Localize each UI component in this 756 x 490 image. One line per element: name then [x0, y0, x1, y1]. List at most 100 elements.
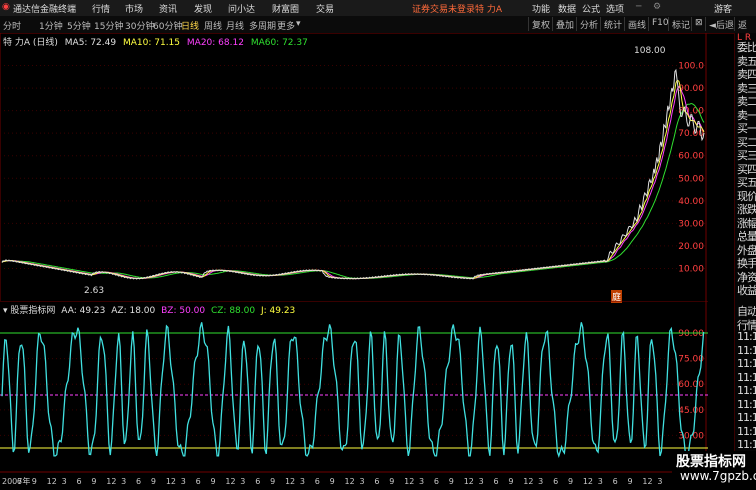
- period-monthly[interactable]: 月线: [226, 19, 244, 32]
- watermark-url: www.7gpzb.com: [680, 469, 756, 483]
- side-tick-label: 11:1: [737, 370, 756, 384]
- time-tick-label: 9: [32, 477, 37, 486]
- time-tick-label: 12: [583, 477, 593, 486]
- menu-item-wealth[interactable]: 财富圈: [272, 2, 299, 15]
- time-tick-label: 12: [106, 477, 116, 486]
- adjust-button[interactable]: 复权: [528, 17, 553, 31]
- analysis-button[interactable]: 分析: [576, 17, 601, 31]
- indicator-chart[interactable]: 90.00 75.00 60.00 45.00 30.00 ▾ 股票指标网 AA: 49…: [0, 301, 708, 473]
- side-tick-label: 11:1: [737, 411, 756, 424]
- draw-button[interactable]: 画线: [624, 17, 649, 31]
- time-tick-label: 12: [464, 477, 474, 486]
- minimize-icon[interactable]: ─: [636, 2, 641, 12]
- indicator-tick-label: 75.00: [678, 355, 704, 365]
- time-tick-label: 12: [47, 477, 57, 486]
- time-tick-label: 3: [121, 477, 126, 486]
- price-tick-label: 20.00: [678, 242, 704, 252]
- period-60min[interactable]: 60分钟: [153, 19, 182, 32]
- time-tick-label: 3: [419, 477, 424, 486]
- ma60-line: [1, 103, 705, 280]
- price-line: [1, 68, 705, 280]
- period-daily[interactable]: 日线: [181, 19, 199, 32]
- time-tick-label: 6: [255, 477, 260, 486]
- indicator-axis: 90.0075.0060.0045.0030.00: [678, 329, 704, 441]
- ma10-legend: MA10: 71.15: [122, 38, 181, 48]
- time-tick-label: 12: [285, 477, 295, 486]
- time-tick-label: 12: [642, 477, 652, 486]
- time-tick-label: 3: [62, 477, 67, 486]
- menu-item-options[interactable]: 选项: [606, 2, 624, 15]
- side-tick-label: 11:1: [737, 330, 756, 343]
- time-tick-label: 6: [493, 477, 498, 486]
- time-tick-label: 3: [300, 477, 305, 486]
- ma5-legend: MA5: 72.49: [64, 38, 117, 48]
- indicator-legend: ▾ 股票指标网 AA: 49.23 AZ: 18.00 BZ: 50.00 CZ…: [3, 303, 295, 316]
- period-weekly[interactable]: 周线: [204, 19, 222, 32]
- time-tick-label: 3: [657, 477, 662, 486]
- time-tick-label: 9: [270, 477, 275, 486]
- quote-side-panel[interactable]: L R 委比 卖五 卖四 卖三 卖二 卖一 买一 买二 买三 买四 买五 现价 涨跌 涨幅 总量 外盘 换手 净资…: [734, 33, 756, 487]
- time-tick-label: 9: [91, 477, 96, 486]
- menu-item-ask[interactable]: 问小达: [228, 2, 255, 15]
- time-tick-label: 12: [166, 477, 176, 486]
- price-tick-label: 30.00: [678, 219, 704, 229]
- side-tick-label: 11:1: [737, 438, 756, 451]
- stats-button[interactable]: 统计: [600, 17, 625, 31]
- indicator-tick-label: 90.00: [678, 329, 704, 339]
- user-label[interactable]: 游客: [714, 2, 732, 15]
- time-tick-label: 9: [449, 477, 454, 486]
- time-tick-label: 6: [315, 477, 320, 486]
- return-button[interactable]: 返回: [734, 17, 756, 44]
- period-30min[interactable]: 30分钟: [125, 19, 154, 32]
- mark-button[interactable]: 标记: [668, 17, 693, 31]
- j-legend: J: 49.23: [260, 306, 296, 316]
- indicator-tick-label: 60.00: [678, 380, 704, 390]
- side-tick-label: 11:1: [737, 397, 756, 411]
- menu-bar: ◉ 通达信金融终端 行情 市场 资讯 发现 问小达 财富圈 交易 证券交易未登录…: [0, 0, 756, 17]
- menu-item-market[interactable]: 市场: [125, 2, 143, 15]
- menu-item-news[interactable]: 资讯: [159, 2, 177, 15]
- period-toolbar: 分时 1分钟 5分钟 15分钟 30分钟 60分钟 日线 周线 月线 多周期 更…: [0, 16, 756, 44]
- time-tick-label: 6: [17, 477, 22, 486]
- close-icon[interactable]: ⊠: [691, 17, 706, 31]
- menu-item-formula[interactable]: 公式: [582, 2, 600, 15]
- time-tick-label: 3: [181, 477, 186, 486]
- time-tick-label: 6: [434, 477, 439, 486]
- period-multi[interactable]: 多周期: [249, 19, 276, 32]
- period-15min[interactable]: 15分钟: [94, 19, 123, 32]
- price-tick-label: 100.0: [678, 62, 704, 72]
- price-tick-label: 40.00: [678, 197, 704, 207]
- login-warning[interactable]: 证券交易未登录: [412, 2, 475, 15]
- ma60-legend: MA60: 72.37: [250, 38, 308, 48]
- time-tick-label: 3: [359, 477, 364, 486]
- menu-item-trade[interactable]: 交易: [316, 2, 334, 15]
- bz-legend: BZ: 50.00: [161, 306, 206, 316]
- chevron-down-icon[interactable]: ▾: [3, 306, 8, 316]
- menu-item-function[interactable]: 功能: [532, 2, 550, 15]
- time-tick-label: 6: [613, 477, 618, 486]
- az-legend: AZ: 18.00: [111, 306, 156, 316]
- side-tick-label: 11:1: [737, 357, 756, 370]
- menu-item-data[interactable]: 数据: [558, 2, 576, 15]
- back-button[interactable]: ◄后退: [705, 17, 737, 31]
- app-title: 通达信金融终端: [13, 5, 77, 15]
- watermark: 股票指标网 www.7gpzb.com: [672, 451, 756, 487]
- period-5min[interactable]: 5分钟: [67, 19, 91, 32]
- time-axis: 2007年 6 9 12 3 6 9 12 3 6 9 12 3 6 9 12 3 6 9 12 3 6 9 12 3 6 9 12 3…: [0, 473, 708, 487]
- main-legend: 特 力A (日线) MA5: 72.49 MA10: 71.15 MA20: 6…: [3, 35, 308, 48]
- settings-icon[interactable]: ⚙: [653, 2, 661, 12]
- time-tick-label: 6: [196, 477, 201, 486]
- period-more[interactable]: 更多: [277, 19, 295, 32]
- time-tick-label: 3: [479, 477, 484, 486]
- menu-item-discover[interactable]: 发现: [194, 2, 212, 15]
- price-chart[interactable]: 100.0 90.00 80.00 70.00 60.00 50.00 40.00 30.00…: [0, 33, 708, 303]
- time-tick-label: 3: [598, 477, 603, 486]
- overlay-button[interactable]: 叠加: [552, 17, 577, 31]
- period-timeshare[interactable]: 分时: [3, 19, 21, 32]
- indicator-title[interactable]: 股票指标网: [10, 306, 55, 316]
- menu-item-quotes[interactable]: 行情: [92, 2, 110, 15]
- time-tick-label: 12: [345, 477, 355, 486]
- period-1min[interactable]: 1分钟: [39, 19, 63, 32]
- chevron-down-icon[interactable]: ▾: [296, 19, 301, 29]
- price-tick-label: 10.00: [678, 264, 704, 274]
